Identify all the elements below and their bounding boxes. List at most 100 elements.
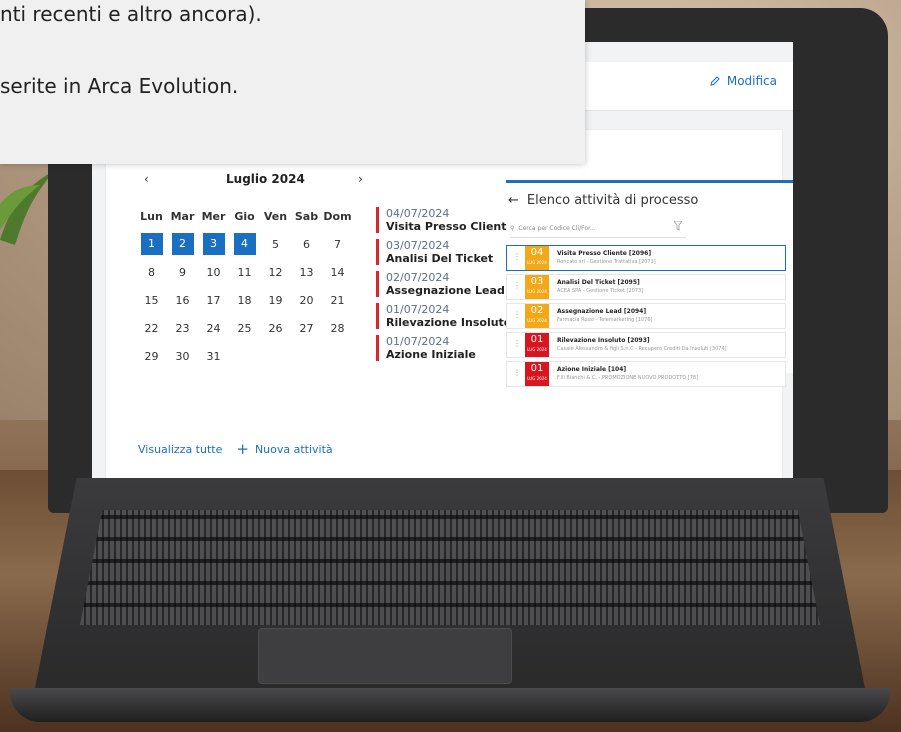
- keyboard: [80, 510, 820, 625]
- calendar-day[interactable]: 5: [260, 238, 291, 251]
- activity-row[interactable]: ⋮ 01 LUG 2024 Azione Iniziale [104] F.ll…: [506, 361, 786, 387]
- calendar-day-number: 31: [206, 349, 221, 363]
- calendar-day[interactable]: 14: [322, 266, 353, 279]
- calendar-day[interactable]: 20: [291, 294, 322, 307]
- view-all-link[interactable]: Visualizza tutte: [138, 443, 222, 456]
- process-activity-panel: ← Elenco attività di processo ⚲ Cerca pe…: [506, 180, 793, 387]
- caption-line-2: serite in Arca Evolution.: [0, 74, 239, 98]
- calendar-day-number: 27: [299, 321, 314, 335]
- drag-handle-icon[interactable]: ⋮: [513, 252, 521, 261]
- calendar-day[interactable]: 29: [136, 350, 167, 363]
- card-footer: Visualizza tutte + Nuova attività: [138, 440, 333, 458]
- activity-subtitle: Casale Alessandro & figli S.n.C - Recupe…: [557, 346, 727, 352]
- calendar-day[interactable]: 7: [322, 238, 353, 251]
- calendar-weeks: 1 2 3 4 5 6 7 8 9 10 11 12 13 14 15 16 17 18 19 20 21 22 23 24 2…: [136, 230, 356, 370]
- calendar-day[interactable]: 6: [291, 238, 322, 251]
- calendar-day-number: 18: [237, 293, 252, 307]
- event-title: Assegnazione Lead: [386, 284, 505, 297]
- drag-handle-icon[interactable]: ⋮: [513, 368, 521, 377]
- calendar-day[interactable]: 22: [136, 322, 167, 335]
- calendar-day-number: 22: [144, 321, 159, 335]
- panel-search-input[interactable]: ⚲ Cerca per Codice Cli/For...: [510, 219, 686, 238]
- activity-row[interactable]: ⋮ 04 LUG 2024 Visita Presso Cliente [209…: [506, 245, 786, 271]
- calendar-week-row: 15 16 17 18 19 20 21: [136, 286, 356, 314]
- activity-subtitle: Roncato srl - Gestione Trattativa [2073]: [557, 259, 656, 265]
- calendar-day-number: 14: [330, 265, 345, 279]
- calendar-day-number: 23: [175, 321, 190, 335]
- calendar-day[interactable]: 17: [198, 294, 229, 307]
- event-title: Azione Iniziale: [386, 348, 476, 361]
- back-arrow-icon[interactable]: ←: [508, 193, 519, 208]
- calendar-day[interactable]: 11: [229, 266, 260, 279]
- calendar-day[interactable]: 8: [136, 266, 167, 279]
- calendar-day[interactable]: 2: [167, 233, 198, 255]
- new-activity-button[interactable]: + Nuova attività: [236, 440, 332, 458]
- event-date: 02/07/2024: [386, 271, 450, 284]
- calendar-day[interactable]: 3: [198, 233, 229, 255]
- activity-month: LUG 2024: [527, 376, 547, 381]
- calendar-day-number: 2: [171, 233, 194, 255]
- calendar-day[interactable]: 30: [167, 350, 198, 363]
- activity-subtitle: Farmacia Rossi - Telemarketing [1076]: [557, 317, 653, 323]
- calendar-day[interactable]: 26: [260, 322, 291, 335]
- weekday-label: Ven: [263, 209, 288, 223]
- filter-icon[interactable]: [674, 221, 682, 231]
- calendar-day[interactable]: 15: [136, 294, 167, 307]
- calendar-day[interactable]: 13: [291, 266, 322, 279]
- calendar-day-number: 20: [299, 293, 314, 307]
- drag-handle-icon[interactable]: ⋮: [513, 310, 521, 319]
- calendar-day-number: 17: [206, 293, 221, 307]
- panel-title: Elenco attività di processo: [526, 193, 699, 208]
- event-item[interactable]: 04/07/2024 Visita Presso Cliente: [376, 207, 514, 233]
- activity-day: 04: [530, 247, 544, 258]
- calendar-day[interactable]: 23: [167, 322, 198, 335]
- calendar-day[interactable]: 1: [136, 233, 167, 255]
- calendar-day-number: 21: [330, 293, 345, 307]
- edit-button[interactable]: Modifica: [709, 74, 777, 88]
- calendar-day[interactable]: 12: [260, 266, 291, 279]
- event-item[interactable]: 03/07/2024 Analisi Del Ticket: [376, 239, 506, 265]
- calendar-day-number: 10: [206, 265, 221, 279]
- calendar-day[interactable]: 9: [167, 266, 198, 279]
- calendar-day[interactable]: 28: [322, 322, 353, 335]
- activity-subtitle: ACEA SPA - Gestione Ticket [2073]: [557, 288, 644, 294]
- calendar-day[interactable]: 31: [198, 350, 229, 363]
- drag-handle-icon[interactable]: ⋮: [513, 339, 521, 348]
- event-item[interactable]: 01/07/2024 Rilevazione Insoluto: [376, 303, 511, 329]
- calendar-day-number: 13: [299, 265, 314, 279]
- calendar-day-number: 25: [237, 321, 252, 335]
- event-item[interactable]: 02/07/2024 Assegnazione Lead: [376, 271, 506, 297]
- weekday-label: Lun: [140, 209, 163, 223]
- calendar-day[interactable]: 4: [229, 233, 260, 255]
- calendar-day[interactable]: 18: [229, 294, 260, 307]
- activity-row[interactable]: ⋮ 01 LUG 2024 Rilevazione Insoluto [2093…: [506, 332, 786, 358]
- calendar-day[interactable]: 21: [322, 294, 353, 307]
- calendar-day[interactable]: 27: [291, 322, 322, 335]
- calendar-day[interactable]: 10: [198, 266, 229, 279]
- activity-title: Visita Presso Cliente [2096]: [557, 250, 652, 257]
- calendar-week-row: 8 9 10 11 12 13 14: [136, 258, 356, 286]
- calendar-day[interactable]: 19: [260, 294, 291, 307]
- calendar-day-number: 15: [144, 293, 159, 307]
- weekday-label: Gio: [234, 209, 255, 223]
- activity-day: 01: [530, 334, 544, 345]
- calendar-day-number: 7: [334, 237, 341, 251]
- calendar-day-number: 9: [179, 265, 186, 279]
- event-item[interactable]: 01/07/2024 Azione Iniziale: [376, 335, 506, 361]
- laptop-front-edge: [10, 688, 890, 722]
- activity-date-badge: 01 LUG 2024: [525, 333, 549, 357]
- calendar-day-number: 1: [140, 233, 163, 255]
- activity-month: LUG 2024: [527, 260, 547, 265]
- event-title: Visita Presso Cliente: [386, 220, 514, 233]
- drag-handle-icon[interactable]: ⋮: [513, 281, 521, 290]
- calendar-day[interactable]: 25: [229, 322, 260, 335]
- calendar-day[interactable]: 24: [198, 322, 229, 335]
- next-month-chevron-icon[interactable]: ›: [358, 172, 363, 186]
- activity-row[interactable]: ⋮ 02 LUG 2024 Assegnazione Lead [2094] F…: [506, 303, 786, 329]
- calendar-day[interactable]: 16: [167, 294, 198, 307]
- activity-month: LUG 2024: [527, 347, 547, 352]
- calendar-day-number: 30: [175, 349, 190, 363]
- activity-row[interactable]: ⋮ 03 LUG 2024 Analisi Del Ticket [2095] …: [506, 274, 786, 300]
- prev-month-chevron-icon[interactable]: ‹: [144, 172, 149, 186]
- calendar-week-row: 22 23 24 25 26 27 28: [136, 314, 356, 342]
